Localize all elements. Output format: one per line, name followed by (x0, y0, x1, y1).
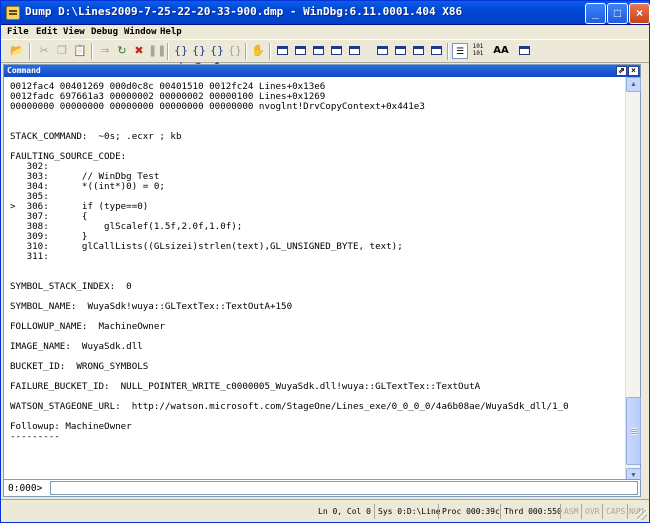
vertical-scrollbar[interactable]: ▲ ▼ (625, 77, 641, 483)
toolbar: 📂 ✂ ❐ 📋 ⇒ ↻ ✖ ❚❚ {}↓ {}↷ {}↑ {}→ ✋ ☰ 101… (1, 39, 649, 73)
go-icon[interactable]: ⇒ (97, 43, 113, 59)
menu-bar: File Edit View Debug Window Help (1, 26, 649, 39)
run-to-cursor-icon[interactable]: {}→ (227, 43, 243, 73)
status-ovr: OVR (581, 504, 599, 519)
status-sys: Sys 0:D:\Line (374, 504, 441, 519)
windbg-window: Dump D:\Lines2009-7-25-22-20-33-900.dmp … (0, 0, 650, 523)
cut-icon[interactable]: ✂ (36, 43, 52, 59)
maximize-button[interactable]: □ (607, 3, 628, 24)
close-button[interactable]: × (629, 3, 650, 24)
minimize-button[interactable]: _ (585, 3, 606, 24)
output-line: BUCKET_ID: WRONG_SYMBOLS (10, 361, 149, 372)
output-line: SYMBOL_NAME: WuyaSdk!wuya::GLTextTex::Te… (10, 301, 293, 312)
window-title: Dump D:\Lines2009-7-25-22-20-33-900.dmp … (25, 5, 463, 18)
command-input-area: 0:000> (3, 479, 641, 497)
toolbar-separator (167, 43, 169, 60)
command-panel: Command ⇗ × 0012fac4 00401269 000d0c8c 0… (3, 64, 641, 497)
command-output-text: 0012fac4 00401269 000d0c8c 00401510 0012… (10, 82, 625, 442)
windbg-app-icon (6, 6, 20, 20)
status-bar: Ln 0, Col 0 Sys 0:D:\Line Proc 000:39c T… (1, 499, 649, 522)
output-line: FOLLOWUP_NAME: MachineOwner (10, 321, 165, 332)
command-output[interactable]: 0012fac4 00401269 000d0c8c 00401510 0012… (4, 77, 625, 484)
status-position: Ln 0, Col 0 (318, 507, 371, 516)
scratch-pad-icon[interactable] (410, 43, 426, 59)
scroll-up-button[interactable]: ▲ (626, 77, 641, 92)
source-mode-icon[interactable] (428, 43, 444, 59)
open-icon[interactable]: 📂 (9, 43, 25, 59)
toolbar-separator (447, 43, 449, 60)
font-icon[interactable]: AA (493, 43, 509, 59)
output-line: SYMBOL_STACK_INDEX: 0 (10, 281, 132, 292)
toolbar-separator (91, 43, 93, 60)
paste-icon[interactable]: 📋 (72, 43, 88, 59)
command-prompt: 0:000> (8, 483, 43, 494)
output-line: 00000000 00000000 00000000 00000000 0000… (10, 101, 425, 112)
output-line: IMAGE_NAME: WuyaSdk.dll (10, 341, 143, 352)
locals-icon[interactable] (310, 43, 326, 59)
restart-icon[interactable]: ↻ (114, 43, 130, 59)
output-line: --------- (10, 431, 60, 442)
toolbar-separator (269, 43, 271, 60)
copy-icon[interactable]: ❐ (54, 43, 70, 59)
menu-help[interactable]: Help (160, 26, 182, 39)
close-panel-button[interactable]: × (628, 66, 639, 76)
toolbar-separator (29, 43, 31, 60)
float-panel-button[interactable]: ⇗ (616, 66, 627, 76)
options-icon[interactable] (516, 43, 532, 59)
menu-window[interactable]: Window (124, 26, 157, 39)
step-over-icon[interactable]: {}↷ (191, 43, 207, 73)
toolbar-separator (245, 43, 247, 60)
menu-view[interactable]: View (63, 26, 85, 39)
stop-debugging-icon[interactable]: ✖ (131, 43, 147, 59)
source-mode-toggle-icon[interactable]: ☰ (452, 43, 468, 59)
output-line: 311: (10, 251, 49, 262)
memory-icon[interactable] (346, 43, 362, 59)
registers-icon[interactable] (328, 43, 344, 59)
menu-edit[interactable]: Edit (36, 26, 58, 39)
status-thrd: Thrd 000:550 (500, 504, 562, 519)
step-out-icon[interactable]: {}↑ (209, 43, 225, 73)
hex-mode-icon[interactable]: 101 101 (470, 43, 486, 59)
command-panel-title: Command (7, 66, 41, 75)
hand-icon[interactable]: ✋ (250, 43, 266, 59)
output-line: WATSON_STAGEONE_URL: http://watson.micro… (10, 401, 569, 412)
status-caps: CAPS (602, 504, 625, 519)
step-into-icon[interactable]: {}↓ (173, 43, 189, 73)
resize-grip-icon[interactable] (637, 510, 647, 520)
scroll-grip-icon (631, 428, 637, 435)
status-asm: ASM (560, 504, 578, 519)
status-proc: Proc 000:39c (438, 504, 500, 519)
disassembly-icon[interactable] (392, 43, 408, 59)
break-icon[interactable]: ❚❚ (148, 43, 166, 59)
command-panel-header[interactable]: Command ⇗ × (4, 65, 640, 77)
menu-file[interactable]: File (7, 26, 29, 39)
menu-debug[interactable]: Debug (91, 26, 118, 39)
title-bar[interactable]: Dump D:\Lines2009-7-25-22-20-33-900.dmp … (1, 1, 650, 25)
scroll-thumb[interactable] (626, 397, 641, 465)
output-line: FAILURE_BUCKET_ID: NULL_POINTER_WRITE_c0… (10, 381, 481, 392)
output-line: 310: glCallLists((GLsizei)strlen(text),G… (10, 241, 403, 252)
output-line: STACK_COMMAND: ~0s; .ecxr ; kb (10, 131, 182, 142)
command-input[interactable] (50, 481, 638, 495)
watch-icon[interactable] (292, 43, 308, 59)
command-icon[interactable] (274, 43, 290, 59)
call-stack-icon[interactable] (374, 43, 390, 59)
